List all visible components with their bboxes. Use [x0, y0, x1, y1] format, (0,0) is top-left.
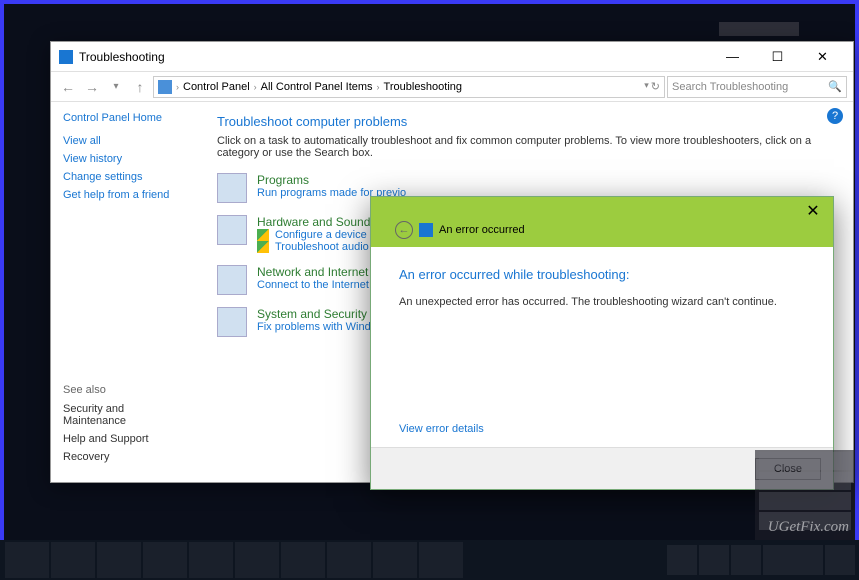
programs-icon: [217, 173, 247, 203]
sidebar-link-helpsupport[interactable]: Help and Support: [63, 430, 187, 448]
sidebar-link-history[interactable]: View history: [63, 150, 187, 168]
tray-icon[interactable]: [699, 545, 729, 575]
chevron-right-icon: ›: [254, 82, 257, 92]
taskbar-item[interactable]: [51, 542, 95, 578]
chevron-right-icon: ›: [176, 82, 179, 92]
forward-arrow-icon[interactable]: →: [81, 76, 103, 98]
category-link[interactable]: Configure a device: [275, 229, 367, 241]
close-icon[interactable]: ✕: [801, 201, 825, 221]
taskbar-item[interactable]: [189, 542, 233, 578]
hardware-icon: [217, 215, 247, 245]
search-input[interactable]: Search Troubleshooting 🔍: [667, 76, 847, 98]
titlebar: Troubleshooting — ☐ ✕: [51, 42, 853, 72]
sidebar-link-help[interactable]: Get help from a friend: [63, 186, 187, 204]
close-button[interactable]: ✕: [800, 43, 845, 71]
sidebar-link-settings[interactable]: Change settings: [63, 168, 187, 186]
breadcrumb-item[interactable]: Troubleshooting: [384, 81, 462, 93]
refresh-icon[interactable]: ↻: [651, 80, 660, 93]
taskbar-item[interactable]: [327, 542, 371, 578]
tray-icon[interactable]: [731, 545, 761, 575]
background-blur: [719, 22, 799, 36]
window-buttons: — ☐ ✕: [710, 43, 845, 71]
clock[interactable]: [763, 545, 823, 575]
background-blur: [759, 452, 851, 470]
start-button[interactable]: [5, 542, 49, 578]
error-dialog: ✕ ← An error occurred An error occurred …: [370, 196, 834, 490]
up-arrow-icon[interactable]: ↑: [129, 76, 151, 98]
sidebar-link-security[interactable]: Security and Maintenance: [63, 400, 187, 430]
watermark: UGetFix.com: [768, 519, 849, 536]
taskbar: [0, 540, 859, 580]
troubleshooting-icon: [59, 50, 73, 64]
shield-icon: [257, 229, 269, 241]
recent-dropdown-icon[interactable]: ▾: [105, 76, 127, 98]
sidebar-heading[interactable]: Control Panel Home: [63, 112, 187, 124]
page-description: Click on a task to automatically trouble…: [217, 135, 835, 159]
control-panel-icon: [158, 80, 172, 94]
breadcrumb-bar[interactable]: › Control Panel › All Control Panel Item…: [153, 76, 665, 98]
search-placeholder: Search Troubleshooting: [672, 81, 788, 93]
chevron-down-icon[interactable]: ▾: [644, 80, 649, 93]
sidebar: Control Panel Home View all View history…: [51, 102, 199, 482]
category-title[interactable]: Programs: [257, 173, 406, 187]
taskbar-item[interactable]: [235, 542, 279, 578]
breadcrumb-item[interactable]: All Control Panel Items: [261, 81, 373, 93]
chevron-right-icon: ›: [377, 82, 380, 92]
sidebar-link-viewall[interactable]: View all: [63, 132, 187, 150]
maximize-button[interactable]: ☐: [755, 43, 800, 71]
page-title: Troubleshoot computer problems: [217, 114, 835, 129]
help-icon[interactable]: ?: [827, 108, 843, 124]
sidebar-seealso: See also Security and Maintenance Help a…: [63, 384, 187, 466]
taskbar-item[interactable]: [97, 542, 141, 578]
error-header: ✕ ← An error occurred: [371, 197, 833, 247]
breadcrumb-item[interactable]: Control Panel: [183, 81, 250, 93]
background-blur: [759, 472, 851, 490]
nav-bar: ← → ▾ ↑ › Control Panel › All Control Pa…: [51, 72, 853, 102]
window-title: Troubleshooting: [79, 50, 710, 64]
error-title-row: ← An error occurred: [395, 221, 525, 239]
back-arrow-icon[interactable]: ←: [57, 76, 79, 98]
taskbar-item[interactable]: [419, 542, 463, 578]
taskbar-item[interactable]: [143, 542, 187, 578]
system-icon: [217, 307, 247, 337]
system-tray: [667, 545, 855, 575]
view-details-link[interactable]: View error details: [399, 423, 484, 435]
shield-icon: [257, 241, 269, 253]
back-icon[interactable]: ←: [395, 221, 413, 239]
error-message: An unexpected error has occurred. The tr…: [399, 296, 805, 308]
minimize-button[interactable]: —: [710, 43, 755, 71]
error-heading: An error occurred while troubleshooting:: [399, 267, 805, 282]
sidebar-link-recovery[interactable]: Recovery: [63, 448, 187, 466]
error-body: An error occurred while troubleshooting:…: [371, 247, 833, 328]
taskbar-item[interactable]: [373, 542, 417, 578]
error-title: An error occurred: [439, 224, 525, 236]
troubleshooting-icon: [419, 223, 433, 237]
seealso-label: See also: [63, 384, 187, 396]
category-link[interactable]: Connect to the Internet: [257, 279, 369, 291]
notifications-icon[interactable]: [825, 545, 855, 575]
background-blur: [759, 492, 851, 510]
network-icon: [217, 265, 247, 295]
search-icon[interactable]: 🔍: [828, 80, 842, 93]
taskbar-item[interactable]: [281, 542, 325, 578]
tray-icon[interactable]: [667, 545, 697, 575]
